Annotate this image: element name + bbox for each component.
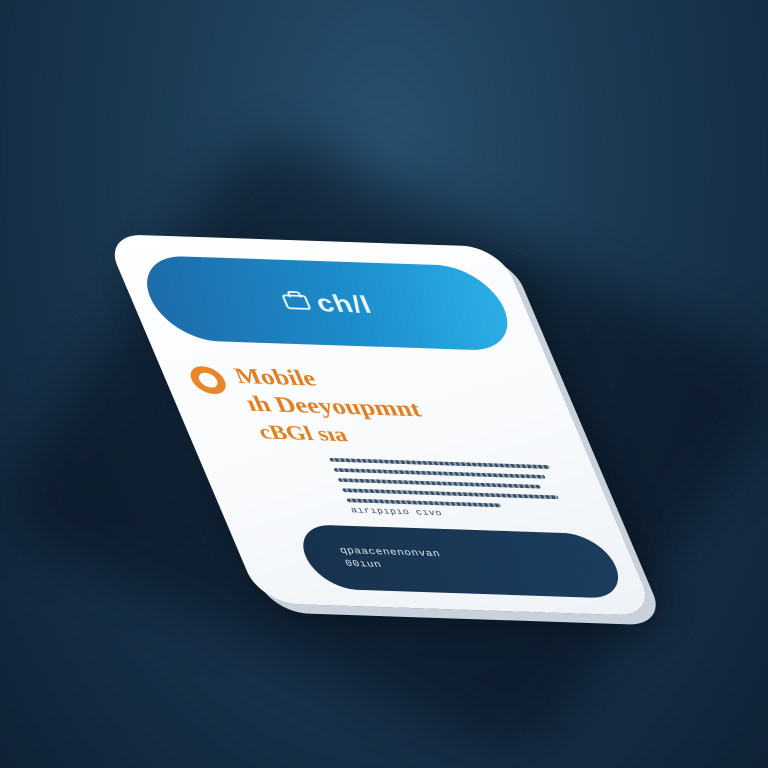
header-title: ch/l [310,288,377,318]
title-block: Mobile ıh Deeyoupmnt cBGl sıa [184,362,437,450]
title-line-1: Mobile [230,364,321,392]
title-lines: Mobile ıh Deeyoupmnt cBGl sıa [230,364,437,451]
illustration-stage: ch/l Mobile ıh Deeyoupmnt cBGl sıa aırıp… [0,0,768,768]
text-line [333,468,546,479]
body-text-placeholder [328,457,568,510]
text-line [337,478,542,489]
text-line [341,488,559,500]
title-line-2: ıh Deeyoupmnt [242,392,425,422]
briefcase-icon [280,294,312,310]
